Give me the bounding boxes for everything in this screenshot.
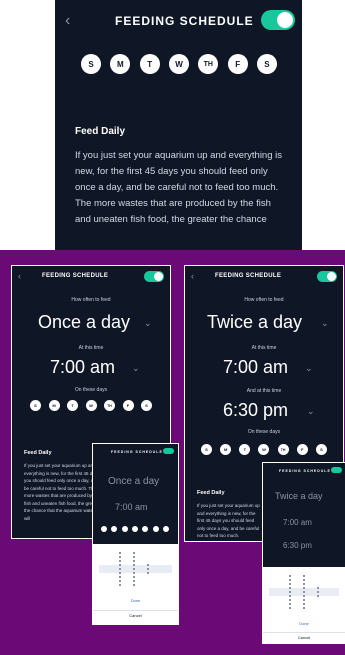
picker-column-hours[interactable]	[289, 575, 297, 609]
toggle-knob	[154, 272, 163, 281]
day-button-fri[interactable]: F	[122, 400, 134, 411]
picker-column-minutes[interactable]	[303, 575, 311, 609]
feeding-toggle[interactable]	[144, 271, 164, 282]
day-dot[interactable]	[121, 526, 128, 532]
popup-screen-header: FEEDING SCHEDULE Once a day 7:00 am	[93, 444, 178, 544]
picker-column-minutes[interactable]	[133, 552, 141, 586]
feeding-toggle[interactable]	[331, 467, 342, 473]
feed-daily-heading: Feed Daily	[197, 490, 225, 496]
right-picker-popup: FEEDING SCHEDULE Twice a day 7:00 am 6:3…	[262, 462, 345, 644]
day-button-mon[interactable]: M	[220, 444, 232, 455]
time-value[interactable]: 7:00 am	[50, 357, 115, 378]
day-button-mon[interactable]: M	[48, 400, 60, 411]
day-dot[interactable]	[152, 526, 159, 532]
frequency-value[interactable]: Twice a day	[207, 312, 302, 333]
picker-column-ampm[interactable]	[317, 587, 325, 597]
day-button-wed[interactable]: W	[258, 444, 270, 455]
day-button-sun[interactable]: S	[201, 444, 212, 455]
popup-title: FEEDING SCHEDULE	[279, 469, 331, 473]
day-button-wed[interactable]: W	[168, 54, 189, 74]
frequency-value[interactable]: Once a day	[38, 312, 130, 333]
day-button-wed[interactable]: W	[85, 400, 97, 411]
day-button-thu[interactable]: TH	[198, 54, 219, 74]
frequency-label: How often to feed	[71, 297, 111, 303]
chevron-down-icon[interactable]: ⌄	[307, 406, 315, 417]
day-dot[interactable]	[162, 526, 169, 532]
day-button-thu[interactable]: TH	[277, 444, 289, 455]
popup-title: FEEDING SCHEDULE	[111, 450, 163, 454]
toggle-knob	[327, 272, 336, 281]
done-button[interactable]: Done	[263, 621, 345, 626]
chevron-down-icon[interactable]: ⌄	[132, 363, 140, 374]
day-selector: S M T W TH F S	[201, 444, 327, 455]
day-button-tue[interactable]: T	[139, 54, 160, 74]
time-picker-wheel[interactable]	[93, 544, 178, 594]
days-label: On these days	[74, 387, 108, 393]
feed-daily-paragraph: If you just set your aquarium up and eve…	[24, 463, 100, 521]
day-button-sat[interactable]: S	[315, 444, 327, 455]
second-time-label: And at this time	[246, 388, 282, 394]
toggle-knob	[277, 12, 293, 28]
feeding-toggle[interactable]	[163, 448, 174, 454]
day-dot[interactable]	[131, 526, 138, 532]
top-phone-screen: ‹ FEEDING SCHEDULE S M T W TH F S Feed D…	[55, 0, 302, 250]
day-dot[interactable]	[101, 526, 107, 532]
back-chevron-icon[interactable]: ‹	[65, 12, 70, 30]
day-selector: S M T W TH F S	[81, 54, 277, 74]
day-button-tue[interactable]: T	[239, 444, 251, 455]
feeding-toggle[interactable]	[261, 10, 295, 30]
time-label: At this time	[251, 345, 277, 351]
frequency-value[interactable]: Once a day	[108, 476, 159, 487]
frequency-value[interactable]: Twice a day	[275, 491, 323, 501]
day-button-fri[interactable]: F	[296, 444, 308, 455]
second-time-value[interactable]: 6:30 pm	[223, 400, 288, 421]
feed-daily-paragraph: If you just set your aquarium up and eve…	[75, 150, 283, 225]
time-value[interactable]: 7:00 am	[223, 357, 288, 378]
chevron-down-icon[interactable]: ⌄	[305, 363, 313, 374]
day-dot[interactable]	[142, 526, 149, 532]
feeding-toggle[interactable]	[317, 271, 337, 282]
time-picker-wheel[interactable]	[263, 567, 345, 617]
time-value[interactable]: 7:00 am	[283, 518, 312, 527]
day-button-sun[interactable]: S	[30, 400, 41, 411]
feed-daily-heading: Feed Daily	[24, 450, 52, 456]
day-selector	[101, 526, 169, 532]
picker-column-ampm[interactable]	[147, 564, 155, 574]
screen-title: FEEDING SCHEDULE	[215, 273, 282, 279]
day-button-sun[interactable]: S	[81, 54, 101, 74]
done-button[interactable]: Done	[93, 598, 178, 603]
day-button-fri[interactable]: F	[227, 54, 248, 74]
day-dot[interactable]	[111, 526, 118, 532]
picker-column-hours[interactable]	[119, 552, 127, 586]
day-button-sat[interactable]: S	[256, 54, 277, 74]
chevron-down-icon[interactable]: ⌄	[144, 318, 152, 329]
back-chevron-icon[interactable]: ‹	[191, 271, 194, 281]
feed-daily-heading: Feed Daily	[75, 126, 126, 137]
day-button-tue[interactable]: T	[67, 400, 78, 411]
cancel-button[interactable]: Cancel	[263, 632, 345, 640]
days-label: On these days	[247, 429, 281, 435]
feed-daily-paragraph: If you just set your aquarium up and eve…	[197, 503, 260, 538]
chevron-down-icon[interactable]: ⌄	[321, 318, 329, 329]
screen-title: FEEDING SCHEDULE	[115, 14, 254, 28]
screen-title: FEEDING SCHEDULE	[42, 273, 109, 279]
day-button-thu[interactable]: TH	[104, 400, 115, 411]
second-time-value[interactable]: 6:30 pm	[283, 541, 312, 550]
cancel-button[interactable]: Cancel	[93, 610, 178, 618]
left-picker-popup: FEEDING SCHEDULE Once a day 7:00 am Done…	[92, 443, 179, 625]
back-chevron-icon[interactable]: ‹	[18, 271, 21, 281]
time-value[interactable]: 7:00 am	[115, 502, 148, 512]
day-selector: S M T W TH F S	[30, 400, 152, 411]
popup-screen-header: FEEDING SCHEDULE Twice a day 7:00 am 6:3…	[263, 463, 345, 567]
day-button-mon[interactable]: M	[110, 54, 131, 74]
day-button-sat[interactable]: S	[141, 400, 152, 411]
time-label: At this time	[78, 345, 104, 351]
frequency-label: How often to feed	[244, 297, 284, 303]
